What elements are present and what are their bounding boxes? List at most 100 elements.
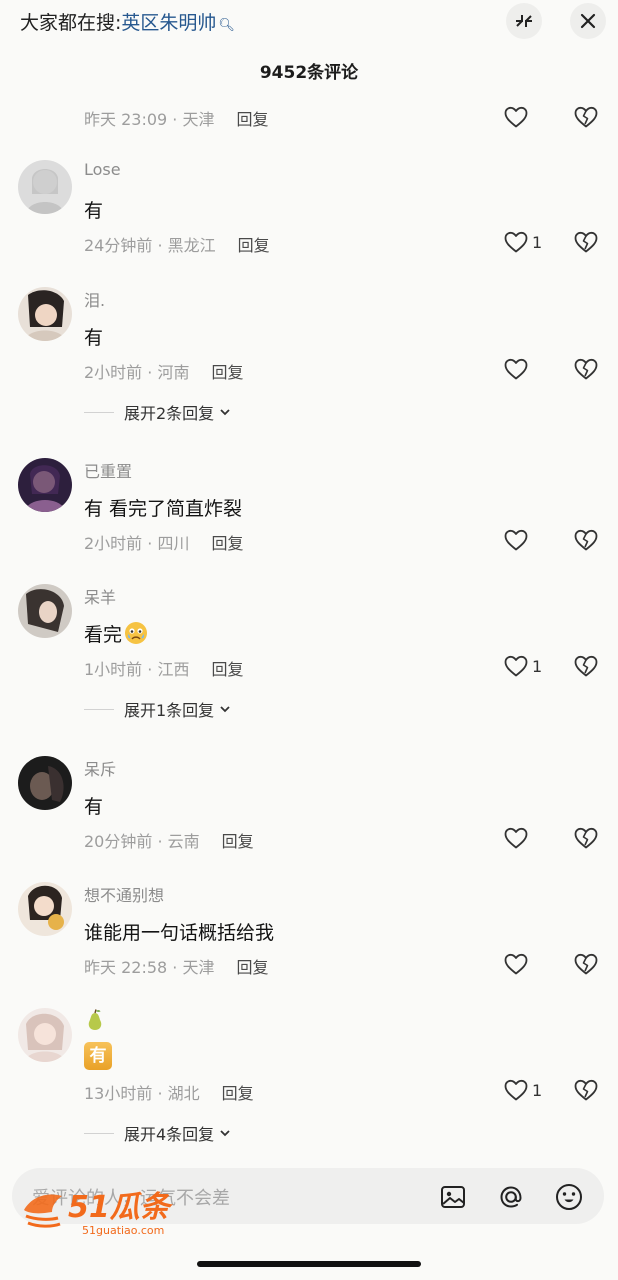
comment-item: 呆羊 看完 1小时前 · 江西 回复 1 [0, 584, 618, 704]
comment-location: 江西 [157, 660, 190, 679]
dislike-button[interactable] [573, 952, 599, 976]
dislike-button[interactable] [573, 1078, 599, 1102]
chevron-down-icon [220, 706, 230, 713]
like-button[interactable] [503, 357, 529, 381]
like-button[interactable] [503, 826, 529, 850]
close-button[interactable] [570, 3, 606, 39]
expand-replies-label: 展开2条回复 [124, 404, 215, 423]
avatar[interactable] [18, 1008, 72, 1062]
reply-button[interactable]: 回复 [236, 110, 268, 129]
comment-text: 有 看完了简直炸裂 [84, 498, 243, 520]
avatar[interactable] [18, 458, 72, 512]
reply-button[interactable]: 回复 [211, 534, 243, 553]
comment-composer-bar: 爱评论的人，运气不会差 51瓜条 51guatiao.com [0, 1160, 618, 1280]
watermark-logo-text: 51瓜条 [68, 1190, 174, 1225]
comment-location: 天津 [182, 110, 215, 129]
dislike-button[interactable] [573, 357, 599, 381]
reply-button[interactable]: 回复 [238, 236, 270, 255]
broken-heart-icon [574, 655, 598, 677]
watermark-url: 51guatiao.com [82, 1224, 164, 1237]
at-icon [500, 1186, 522, 1208]
broken-heart-icon [574, 827, 598, 849]
search-hint-keyword[interactable]: 英区朱明帅 [121, 12, 216, 34]
trending-search-hint[interactable]: 大家都在搜:英区朱明帅 🔍︎ [20, 8, 235, 35]
avatar[interactable] [18, 160, 72, 214]
like-count: 1 [532, 1080, 543, 1100]
like-button[interactable] [503, 105, 529, 129]
top-bar: 大家都在搜:英区朱明帅 🔍︎ [0, 0, 618, 48]
avatar[interactable] [18, 756, 72, 810]
comment-item: 呆斥 有 20分钟前 · 云南 回复 [0, 756, 618, 876]
comment-text-wrapper: 看完 [84, 620, 149, 647]
chevron-down-icon [220, 1130, 230, 1137]
pear-emoji [88, 1009, 102, 1030]
comment-count-title: 9452条评论 [259, 63, 359, 83]
dislike-button[interactable] [573, 528, 599, 552]
comment-item: 想不通别想 谁能用一句话概括给我 昨天 22:58 · 天津 回复 [0, 882, 618, 1002]
comment-text-sticker: 有 [84, 1042, 112, 1070]
dislike-button[interactable] [573, 230, 599, 254]
comment-username[interactable]: 已重置 [84, 458, 132, 482]
expand-replies-button[interactable]: 展开4条回复 [84, 1121, 232, 1145]
avatar[interactable] [18, 882, 72, 936]
avatar[interactable] [18, 584, 72, 638]
like-button[interactable]: 1 [503, 230, 542, 254]
comment-meta: 13小时前 · 湖北 回复 [84, 1084, 254, 1103]
comment-text: 看完 [84, 624, 123, 646]
divider-line [84, 411, 114, 413]
expand-replies-button[interactable]: 展开2条回复 [84, 400, 232, 424]
comment-username[interactable]: Lose [84, 160, 121, 179]
comment-location: 四川 [157, 534, 190, 553]
reply-button[interactable]: 回复 [222, 832, 254, 851]
comment-time: 昨天 23:09 [84, 110, 168, 129]
broken-heart-icon [574, 529, 598, 551]
comment-text: 有 [84, 327, 104, 349]
image-icon [441, 1186, 465, 1208]
home-indicator[interactable] [197, 1261, 421, 1267]
reply-button[interactable]: 回复 [211, 363, 243, 382]
heart-outline-icon [504, 231, 528, 253]
search-hint-prefix: 大家都在搜: [20, 12, 122, 34]
comment-username[interactable]: 呆羊 [84, 584, 116, 608]
like-button[interactable]: 1 [503, 1078, 542, 1102]
like-count: 1 [532, 656, 543, 676]
like-button[interactable] [503, 952, 529, 976]
comment-text: 有 [84, 200, 104, 222]
heart-outline-icon [504, 106, 528, 128]
like-button[interactable] [503, 528, 529, 552]
comment-username[interactable]: 想不通别想 [84, 882, 164, 906]
mention-button[interactable] [496, 1182, 526, 1212]
comment-meta: 24分钟前 · 黑龙江 回复 [84, 236, 270, 255]
reply-button[interactable]: 回复 [236, 958, 268, 977]
divider-line [84, 1132, 114, 1134]
like-count: 1 [532, 232, 543, 252]
dislike-button[interactable] [573, 654, 599, 678]
dislike-button[interactable] [573, 826, 599, 850]
broken-heart-icon [574, 1079, 598, 1101]
emoji-button[interactable] [554, 1182, 584, 1212]
comment-time: 13小时前 [84, 1084, 153, 1103]
heart-outline-icon [504, 358, 528, 380]
reply-button[interactable]: 回复 [222, 1084, 254, 1103]
comment-location: 天津 [182, 958, 215, 977]
dislike-button[interactable] [573, 105, 599, 129]
image-button[interactable] [438, 1182, 468, 1212]
search-icon: 🔍︎ [218, 18, 235, 33]
like-button[interactable]: 1 [503, 654, 542, 678]
comment-location: 湖北 [167, 1084, 200, 1103]
collapse-button[interactable] [506, 3, 542, 39]
comment-meta: 昨天 22:58 · 天津 回复 [84, 958, 269, 977]
comment-username[interactable]: 泪. [84, 287, 105, 311]
avatar[interactable] [18, 287, 72, 341]
comment-username[interactable] [84, 1008, 106, 1036]
expand-replies-button[interactable]: 展开1条回复 [84, 697, 232, 721]
comment-item: 有 13小时前 · 湖北 回复 1 [0, 1008, 618, 1128]
reply-button[interactable]: 回复 [211, 660, 243, 679]
comment-item: 泪. 有 2小时前 · 河南 回复 [0, 287, 618, 407]
comment-time: 24分钟前 [84, 236, 153, 255]
comment-username[interactable]: 呆斥 [84, 756, 116, 780]
comment-meta: 1小时前 · 江西 回复 [84, 660, 244, 679]
emoji-icon [556, 1184, 582, 1210]
comment-meta-partial: 昨天 23:09 · 天津 回复 [84, 110, 269, 129]
comment-text-wrapper: 有 [84, 1042, 112, 1070]
